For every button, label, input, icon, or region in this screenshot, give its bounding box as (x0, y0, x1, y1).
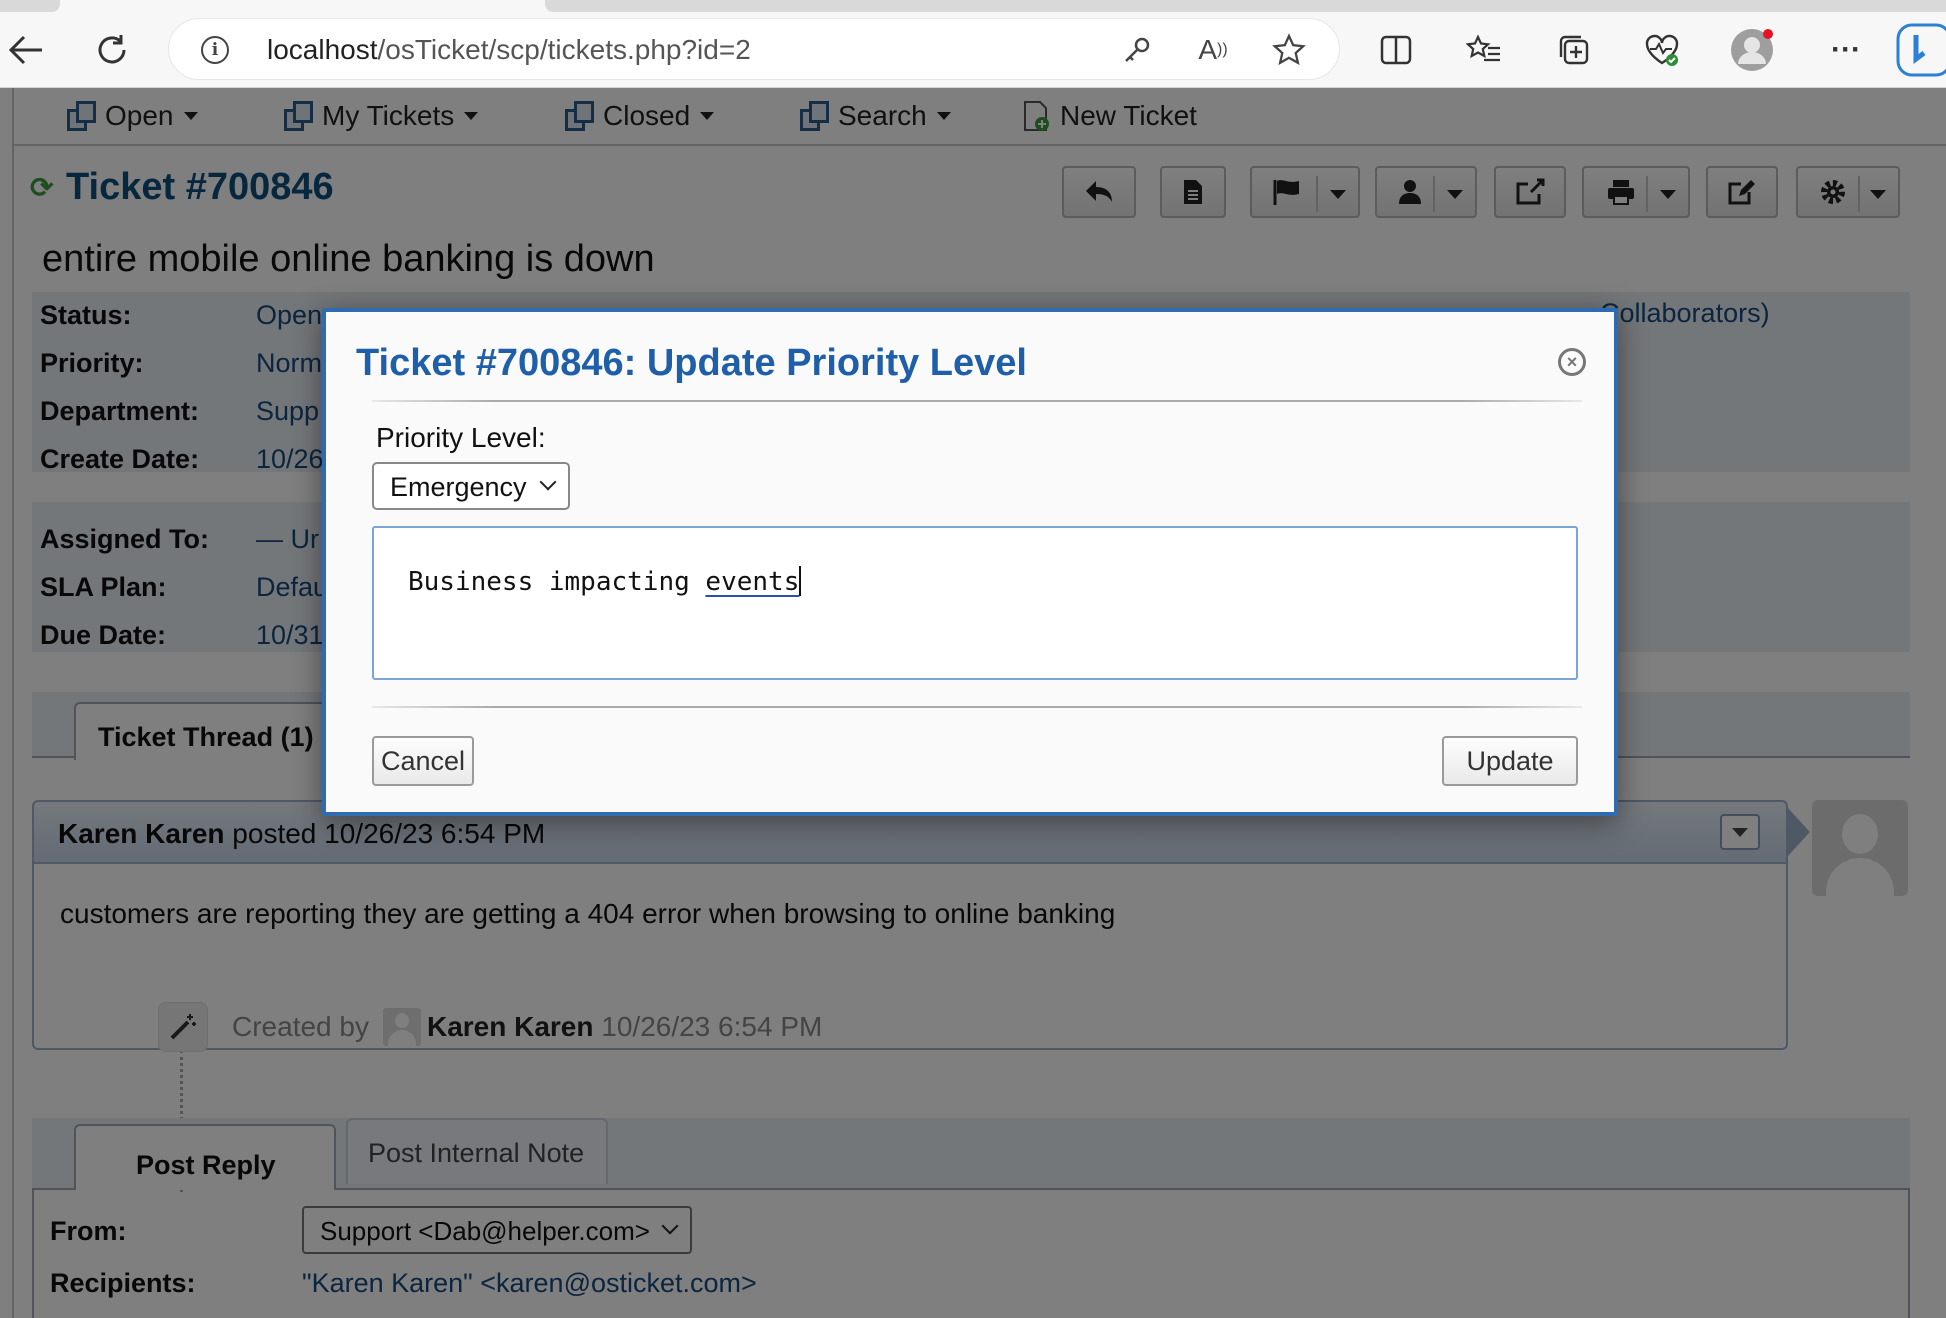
cancel-button[interactable]: Cancel (372, 736, 474, 786)
update-priority-dialog: Ticket #700846: Update Priority Level × … (322, 308, 1618, 816)
favorite-star-icon[interactable] (1269, 30, 1309, 70)
more-options-icon[interactable]: ··· (1820, 24, 1872, 76)
password-key-icon[interactable] (1117, 30, 1157, 70)
url-text[interactable]: localhost/osTicket/scp/tickets.php?id=2 (267, 34, 751, 66)
address-bar[interactable]: i localhost/osTicket/scp/tickets.php?id=… (168, 18, 1340, 80)
favorites-list-icon[interactable] (1458, 24, 1510, 76)
site-info-icon[interactable]: i (201, 36, 229, 64)
split-screen-icon[interactable] (1370, 24, 1422, 76)
internal-note-textarea[interactable] (372, 526, 1578, 680)
browser-essentials-icon[interactable] (1636, 24, 1688, 76)
update-button[interactable]: Update (1442, 736, 1578, 786)
tab-strip-left (0, 0, 60, 12)
collections-icon[interactable] (1548, 24, 1600, 76)
copilot-icon[interactable] (1894, 23, 1946, 77)
profile-avatar[interactable] (1726, 24, 1778, 76)
dialog-divider (372, 706, 1582, 708)
internal-note-text: Business impacting events (408, 566, 802, 597)
back-button[interactable] (0, 24, 52, 76)
dialog-divider (372, 400, 1582, 402)
url-host: localhost (267, 34, 378, 65)
url-path: /osTicket/scp/tickets.php?id=2 (377, 34, 751, 65)
refresh-button[interactable] (86, 24, 138, 76)
note-text-plain: Business impacting (408, 567, 706, 597)
browser-chrome: i localhost/osTicket/scp/tickets.php?id=… (0, 0, 1946, 88)
refresh-icon (98, 35, 126, 64)
read-aloud-icon[interactable]: A)) (1193, 30, 1233, 70)
chevron-down-icon (539, 473, 557, 491)
priority-selected-value: Emergency (390, 472, 527, 502)
close-icon[interactable]: × (1558, 348, 1586, 376)
note-text-spellcheck: events (705, 567, 800, 597)
dialog-title: Ticket #700846: Update Priority Level (356, 342, 1027, 384)
priority-level-select[interactable]: Emergency (372, 462, 570, 510)
back-arrow-icon (8, 35, 42, 65)
tab-strip-right (545, 0, 1946, 12)
text-cursor (799, 566, 802, 596)
priority-level-label: Priority Level: (376, 422, 546, 453)
